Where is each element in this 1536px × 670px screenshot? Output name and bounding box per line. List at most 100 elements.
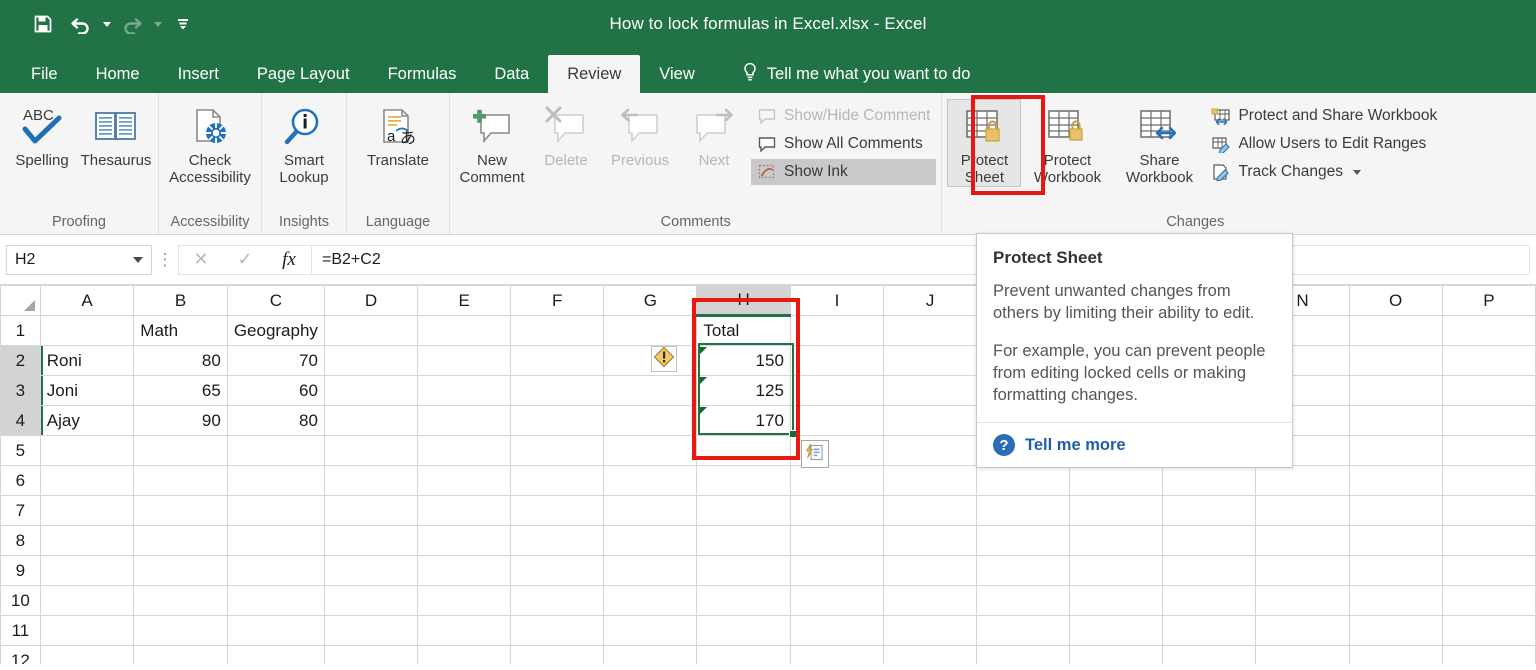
cell-n7[interactable] <box>1256 496 1349 526</box>
tab-formulas[interactable]: Formulas <box>369 55 476 93</box>
spelling-button[interactable]: ABC Spelling <box>5 99 79 170</box>
cell-j2[interactable] <box>884 346 977 376</box>
cell-o7[interactable] <box>1349 496 1442 526</box>
cell-n12[interactable] <box>1256 646 1349 665</box>
cell-d1[interactable] <box>324 316 417 346</box>
column-header-p[interactable]: P <box>1442 286 1535 316</box>
cell-d6[interactable] <box>324 466 417 496</box>
translate-button[interactable]: a あ Translate <box>352 99 444 170</box>
cell-o5[interactable] <box>1349 436 1442 466</box>
column-header-i[interactable]: I <box>790 286 883 316</box>
cell-k10[interactable] <box>977 586 1070 616</box>
cell-d8[interactable] <box>324 526 417 556</box>
cell-c4[interactable]: 80 <box>227 406 324 436</box>
cell-a4[interactable]: Ajay <box>40 406 134 436</box>
tell-me-search[interactable]: Tell me what you want to do <box>742 55 971 93</box>
column-header-d[interactable]: D <box>324 286 417 316</box>
cell-k7[interactable] <box>977 496 1070 526</box>
cell-a12[interactable] <box>40 646 134 665</box>
cell-e7[interactable] <box>418 496 511 526</box>
redo-dropdown-caret-icon[interactable] <box>154 22 162 27</box>
cell-b12[interactable] <box>134 646 228 665</box>
cell-h2[interactable]: 150 <box>697 346 791 376</box>
cell-f10[interactable] <box>511 586 604 616</box>
cell-d2[interactable] <box>324 346 417 376</box>
cell-o2[interactable] <box>1349 346 1442 376</box>
cell-h3[interactable]: 125 <box>697 376 791 406</box>
cell-l7[interactable] <box>1070 496 1163 526</box>
column-header-f[interactable]: F <box>511 286 604 316</box>
cell-e12[interactable] <box>418 646 511 665</box>
undo-dropdown-caret-icon[interactable] <box>103 22 111 27</box>
column-header-a[interactable]: A <box>40 286 134 316</box>
cell-j12[interactable] <box>884 646 977 665</box>
cell-b6[interactable] <box>134 466 228 496</box>
cell-h8[interactable] <box>697 526 791 556</box>
row-header-2[interactable]: 2 <box>1 346 41 376</box>
cell-o8[interactable] <box>1349 526 1442 556</box>
cell-m10[interactable] <box>1163 586 1256 616</box>
cell-f3[interactable] <box>511 376 604 406</box>
row-header-11[interactable]: 11 <box>1 616 41 646</box>
row-header-6[interactable]: 6 <box>1 466 41 496</box>
cell-j1[interactable] <box>884 316 977 346</box>
cell-k9[interactable] <box>977 556 1070 586</box>
cell-f1[interactable] <box>511 316 604 346</box>
cell-h11[interactable] <box>697 616 791 646</box>
cell-l8[interactable] <box>1070 526 1163 556</box>
tell-me-more-link[interactable]: ? Tell me more <box>993 423 1276 467</box>
show-all-comments-command[interactable]: Show All Comments <box>751 131 936 157</box>
column-header-g[interactable]: G <box>604 286 697 316</box>
cell-b5[interactable] <box>134 436 228 466</box>
cell-g9[interactable] <box>604 556 697 586</box>
thesaurus-button[interactable]: Thesaurus <box>79 99 153 170</box>
track-changes-command[interactable]: Track Changes <box>1205 159 1443 185</box>
cell-b8[interactable] <box>134 526 228 556</box>
cell-p5[interactable] <box>1442 436 1535 466</box>
cell-l10[interactable] <box>1070 586 1163 616</box>
tab-home[interactable]: Home <box>77 55 159 93</box>
cell-j7[interactable] <box>884 496 977 526</box>
cell-i9[interactable] <box>790 556 883 586</box>
row-header-10[interactable]: 10 <box>1 586 41 616</box>
cell-d4[interactable] <box>324 406 417 436</box>
cell-e11[interactable] <box>418 616 511 646</box>
cell-e6[interactable] <box>418 466 511 496</box>
cell-i11[interactable] <box>790 616 883 646</box>
protect-and-share-workbook-command[interactable]: Protect and Share Workbook <box>1205 103 1443 129</box>
share-workbook-button[interactable]: Share Workbook <box>1113 99 1205 187</box>
cell-c1[interactable]: Geography <box>227 316 324 346</box>
cell-c12[interactable] <box>227 646 324 665</box>
save-icon[interactable] <box>26 9 60 39</box>
cell-m11[interactable] <box>1163 616 1256 646</box>
cell-h4[interactable]: 170 <box>697 406 791 436</box>
cell-a5[interactable] <box>40 436 134 466</box>
cell-g6[interactable] <box>604 466 697 496</box>
cell-f2[interactable] <box>511 346 604 376</box>
quick-analysis-button[interactable] <box>801 440 829 468</box>
cell-p4[interactable] <box>1442 406 1535 436</box>
cell-p9[interactable] <box>1442 556 1535 586</box>
cell-i1[interactable] <box>790 316 883 346</box>
cell-l6[interactable] <box>1070 466 1163 496</box>
tab-file[interactable]: File <box>12 55 77 93</box>
cell-g3[interactable] <box>604 376 697 406</box>
check-accessibility-button[interactable]: Check Accessibility <box>164 99 256 187</box>
cell-b3[interactable]: 65 <box>134 376 228 406</box>
cell-f4[interactable] <box>511 406 604 436</box>
cell-f8[interactable] <box>511 526 604 556</box>
cell-c5[interactable] <box>227 436 324 466</box>
name-box-caret-icon[interactable] <box>133 257 143 263</box>
cell-j8[interactable] <box>884 526 977 556</box>
cell-b11[interactable] <box>134 616 228 646</box>
cell-e3[interactable] <box>418 376 511 406</box>
cell-f6[interactable] <box>511 466 604 496</box>
cell-c7[interactable] <box>227 496 324 526</box>
cell-c8[interactable] <box>227 526 324 556</box>
cell-f7[interactable] <box>511 496 604 526</box>
cell-m7[interactable] <box>1163 496 1256 526</box>
cell-m12[interactable] <box>1163 646 1256 665</box>
cell-c2[interactable]: 70 <box>227 346 324 376</box>
row-header-3[interactable]: 3 <box>1 376 41 406</box>
tab-insert[interactable]: Insert <box>159 55 238 93</box>
